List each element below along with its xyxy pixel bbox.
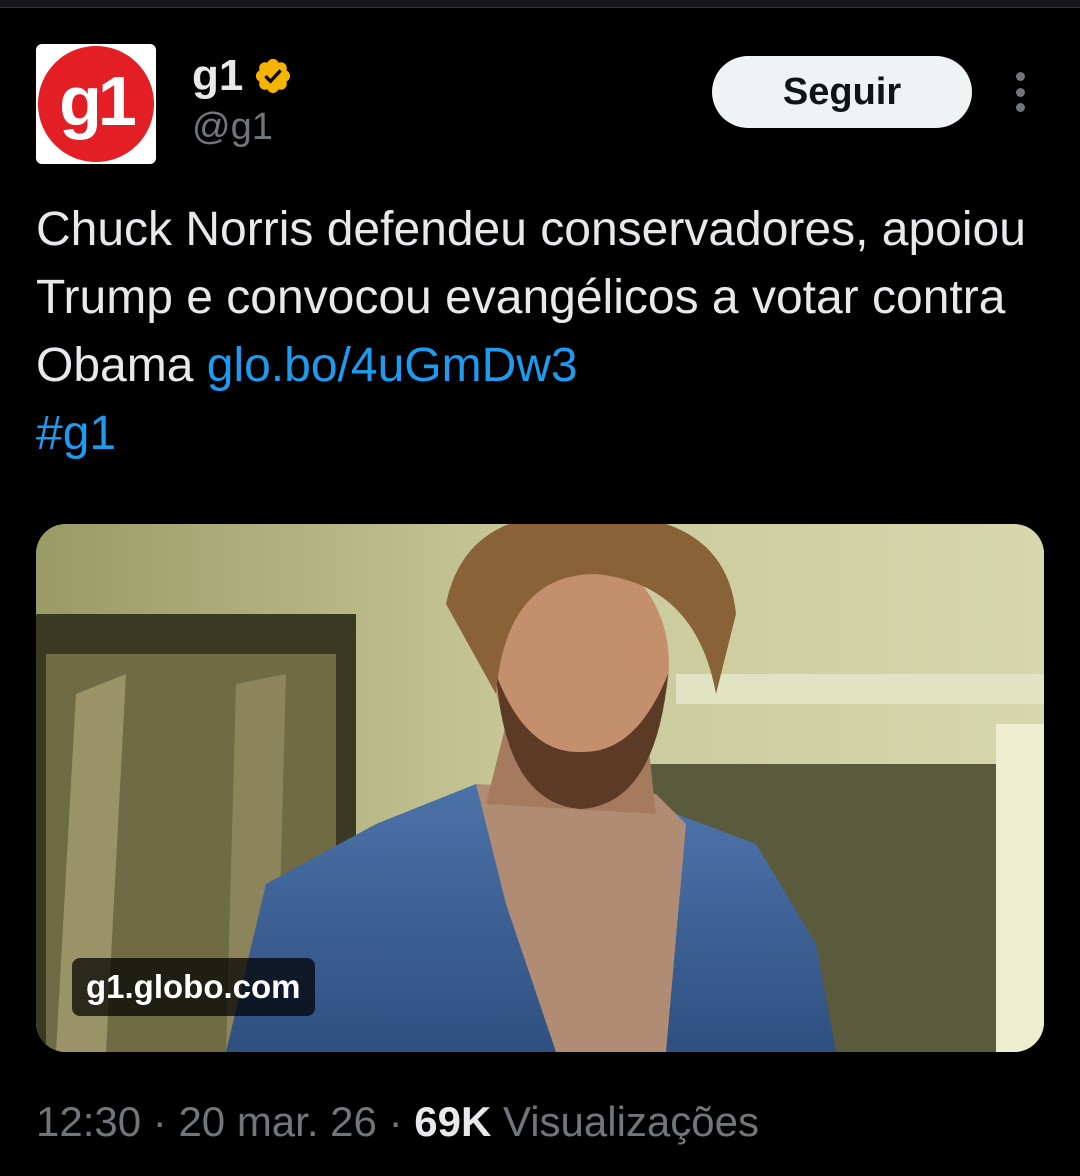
meta-separator: · [141, 1098, 179, 1145]
views-count[interactable]: 69K [414, 1098, 491, 1145]
tweet-link[interactable]: glo.bo/4uGmDw3 [207, 339, 578, 392]
tweet-card: g1 g1 @g1 Seguir Chuck Norris defendeu c… [0, 0, 1080, 1176]
tweet-text: Chuck Norris defendeu conservadores, apo… [36, 196, 1046, 468]
display-name-row: g1 [192, 50, 293, 102]
link-domain-badge[interactable]: g1.globo.com [72, 958, 315, 1016]
meta-separator: · [376, 1098, 415, 1145]
more-dot [1015, 72, 1025, 81]
more-dot [1015, 103, 1025, 112]
handle[interactable]: @g1 [192, 104, 293, 150]
account-info: g1 @g1 [192, 50, 293, 150]
verified-badge-icon [256, 58, 291, 94]
avatar[interactable]: g1 [36, 44, 156, 164]
more-dot [1015, 87, 1025, 97]
views-label: Visualizações [502, 1098, 760, 1145]
display-name[interactable]: g1 [192, 50, 243, 102]
follow-button[interactable]: Seguir [712, 56, 972, 128]
g1-logo: g1 [38, 46, 154, 162]
tweet-date[interactable]: 20 mar. 26 [178, 1098, 376, 1145]
tweet-meta: 12:30 · 20 mar. 26 · 69K Visualizações [36, 1096, 759, 1148]
more-vertical-icon[interactable] [1002, 68, 1038, 116]
tweet-time[interactable]: 12:30 [36, 1098, 141, 1145]
media-card[interactable]: g1.globo.com [36, 524, 1044, 1052]
tweet-hashtag[interactable]: #g1 [36, 407, 116, 460]
